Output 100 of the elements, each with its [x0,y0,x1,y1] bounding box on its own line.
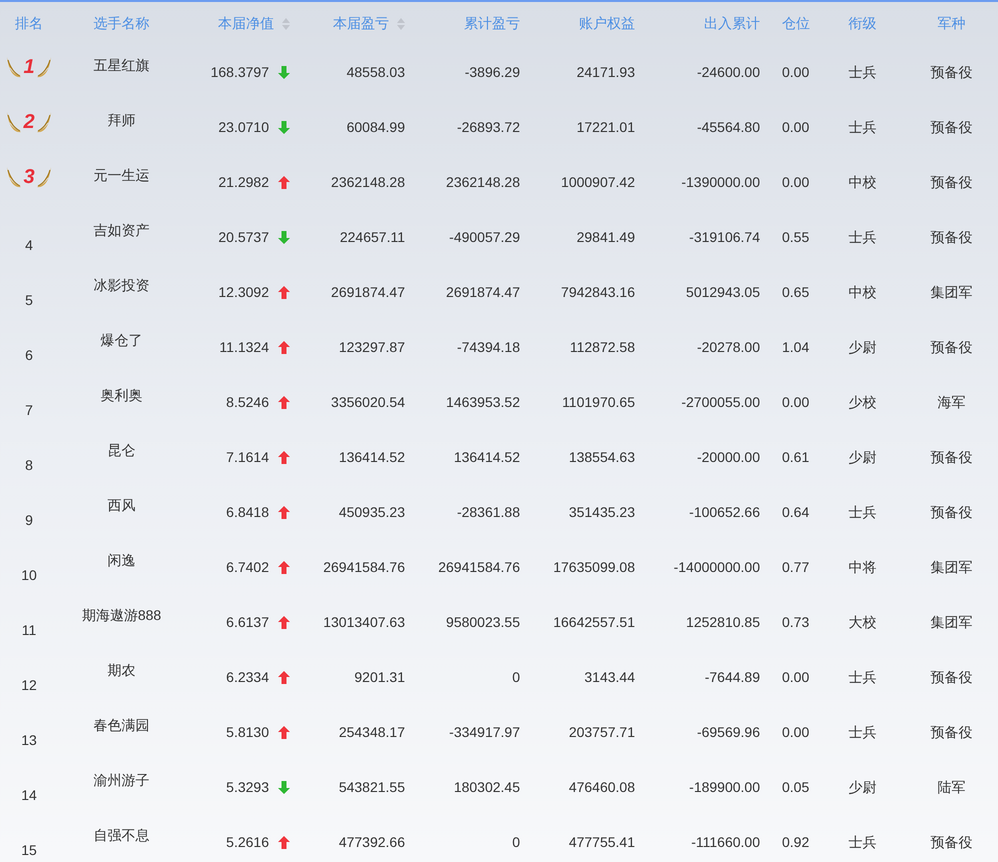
flow-cell-text: -14000000.00 [674,558,760,577]
player-name: 期农 [108,661,136,680]
net-value-cell-text: 21.2982 [218,173,269,192]
rank-number: 2 [22,112,36,132]
position-cell-text: 0.00 [782,668,810,687]
wing-icon [36,166,51,188]
rank-title-cell-text: 少尉 [848,448,876,467]
net-value-cell-text: 5.3293 [226,778,269,797]
profit-cell-text: 13013407.63 [323,613,405,632]
wing-icon [7,166,22,188]
flow-cell-text: -20000.00 [696,448,760,467]
rank-title-cell-text: 中将 [848,558,876,577]
branch-cell-text: 预备役 [930,448,972,467]
profit-cell-text: 123297.87 [338,338,405,357]
total-profit-cell-text: 26941584.76 [438,558,520,577]
position-cell-text: 0.00 [782,63,810,82]
profit-cell-text: 60084.99 [346,118,405,137]
net-value-cell-text: 6.2334 [226,668,269,687]
flow-cell-text: -319106.74 [689,228,760,247]
branch-cell-text: 海军 [938,393,966,412]
player-name: 渝州游子 [94,771,150,790]
wing-icon [7,110,22,132]
wing-icon [36,56,51,78]
column-header: 排名 [15,14,43,33]
total-profit-cell-text: 2691874.47 [446,283,520,302]
profit-cell-text: 477392.66 [338,833,405,852]
rank-number: 3 [22,166,36,186]
equity-cell-text: 16642557.51 [553,613,635,632]
sort-icon[interactable] [282,18,290,30]
rank-number: 10 [21,566,37,585]
total-profit-cell-text: 180302.45 [454,778,520,797]
column-header[interactable]: 本届净值 [218,13,274,34]
player-name: 元一生运 [94,166,150,185]
rank-number: 6 [25,346,33,365]
player-name: 期海遨游888 [82,606,162,625]
position-cell-text: 0.73 [782,613,810,632]
player-name: 西风 [108,496,136,515]
rank-title-cell-text: 少尉 [848,338,876,357]
position-cell-text: 0.05 [782,778,810,797]
branch-cell-text: 预备役 [930,63,972,82]
sort-icon[interactable] [397,18,405,30]
position-cell-text: 1.04 [782,338,810,357]
player-name: 闲逸 [108,551,136,570]
column-header: 仓位 [782,14,810,33]
branch-cell-text: 集团军 [930,283,972,302]
rank-title-cell-text: 士兵 [848,668,876,687]
flow-cell-text: -189900.00 [689,778,760,797]
net-value-cell-text: 8.5246 [226,393,269,412]
rank-number: 12 [21,676,37,695]
player-name: 冰影投资 [94,276,150,295]
player-name: 昆仑 [108,441,136,460]
equity-cell-text: 17221.01 [576,118,635,137]
position-cell-text: 0.00 [782,173,810,192]
total-profit-cell-text: 0 [512,833,520,852]
profit-cell-text: 2691874.47 [331,283,405,302]
branch-cell-text: 预备役 [930,833,972,852]
player-name: 五星红旗 [94,56,150,75]
position-cell-text: 0.55 [782,228,810,247]
flow-cell-text: -100652.66 [689,503,760,522]
branch-cell-text: 预备役 [930,228,972,247]
player-name: 奥利奥 [100,386,142,405]
profit-cell-text: 48558.03 [346,63,405,82]
position-cell-text: 0.61 [782,448,810,467]
flow-cell-text: -1390000.00 [681,173,760,192]
equity-cell-text: 1000907.42 [561,173,635,192]
rank-title-cell-text: 少尉 [848,778,876,797]
flow-cell-text: -20278.00 [696,338,760,357]
equity-cell-text: 1101970.65 [562,393,635,412]
equity-cell-text: 3143.44 [584,668,635,687]
rank-title-cell-text: 士兵 [848,723,876,742]
flow-cell-text: -111660.00 [691,833,760,852]
column-header: 累计盈亏 [464,14,520,33]
column-header: 账户权益 [579,14,635,33]
equity-cell-text: 24171.93 [576,63,635,82]
branch-cell-text: 预备役 [930,338,972,357]
column-header[interactable]: 本届盈亏 [333,13,389,34]
branch-cell-text: 预备役 [930,173,972,192]
net-value-cell-text: 7.1614 [226,448,269,467]
total-profit-cell-text: -490057.29 [449,228,520,247]
wing-icon [7,56,22,78]
total-profit-cell-text: -74394.18 [456,338,520,357]
column-header: 选手名称 [94,14,150,33]
equity-cell-text: 351435.23 [568,503,635,522]
flow-cell-text: -45564.80 [696,118,760,137]
branch-cell-text: 预备役 [930,723,972,742]
rank-number: 7 [25,401,33,420]
net-value-cell-text: 11.1324 [219,338,269,357]
wing-icon [36,110,51,132]
player-name: 春色满园 [94,716,150,735]
position-cell-text: 0.64 [782,503,810,522]
net-value-cell-text: 20.5737 [218,228,269,247]
player-name: 拜师 [108,111,136,130]
rank-number: 11 [22,621,36,640]
profit-cell-text: 543821.55 [338,778,405,797]
branch-cell-text: 预备役 [930,668,972,687]
rank-title-cell-text: 少校 [848,393,876,412]
net-value-cell-text: 6.7402 [226,558,269,577]
rank-number: 8 [25,456,33,475]
branch-cell-text: 陆军 [938,778,966,797]
profit-cell-text: 254348.17 [338,723,405,742]
